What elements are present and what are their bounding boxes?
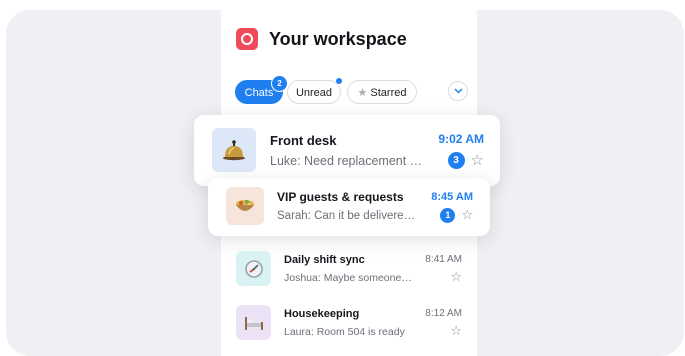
bell-icon <box>212 128 256 172</box>
conversation-preview: Joshua: Maybe someone can cover <box>284 271 412 284</box>
conversation-meta: 9:02 AM 3 ☆ <box>438 132 484 169</box>
filter-unread-chip[interactable]: Unread <box>287 78 342 104</box>
conversation-preview: Luke: Need replacement for room 312 <box>270 153 424 168</box>
unread-count-badge: 1 <box>440 207 456 223</box>
conversation-text: Housekeeping Laura: Room 504 is ready <box>284 308 412 338</box>
conversation-row: Front desk Luke: Need replacement for ro… <box>212 128 424 172</box>
unread-indicator-dot <box>336 78 342 84</box>
chevron-down-icon[interactable] <box>448 81 468 101</box>
conversation-card-vip-guests[interactable]: VIP guests & requests Sarah: Can it be d… <box>208 178 490 236</box>
filter-bar: Chats 2 Unread ★ Starred <box>235 75 470 106</box>
conversation-name: Daily shift sync <box>284 253 365 266</box>
conversation-card-front-desk[interactable]: Front desk Luke: Need replacement for ro… <box>194 115 500 186</box>
conversation-meta: 8:12 AM ☆ <box>425 308 462 339</box>
star-icon[interactable]: ☆ <box>461 207 473 223</box>
filter-starred-label: Starred <box>370 87 407 99</box>
conversation-meta-line: ☆ <box>425 269 462 285</box>
conversation-row-daily-shift[interactable]: Daily shift sync Joshua: Maybe someone c… <box>236 251 464 286</box>
chats-count-badge: 2 <box>271 75 288 92</box>
page-title: Your workspace <box>269 28 407 49</box>
conversation-name: Housekeeping <box>284 307 360 320</box>
bed-icon <box>236 305 271 340</box>
workspace-header: Your workspace <box>236 28 407 50</box>
unread-count-badge: 3 <box>447 151 465 169</box>
star-icon[interactable]: ☆ <box>450 323 462 339</box>
conversation-name: VIP guests & requests <box>277 190 404 204</box>
conversation-row: VIP guests & requests Sarah: Can it be d… <box>226 187 419 225</box>
conversation-preview: Laura: Room 504 is ready <box>284 325 405 338</box>
conversation-time: 8:45 AM <box>431 191 473 203</box>
star-icon[interactable]: ☆ <box>450 269 462 285</box>
conversation-time: 9:02 AM <box>438 132 484 146</box>
filter-chats-chip[interactable]: Chats 2 <box>235 75 288 104</box>
compass-icon <box>236 251 271 286</box>
conversation-text: Front desk Luke: Need replacement for ro… <box>270 133 424 168</box>
conversation-name: Front desk <box>270 132 337 148</box>
filter-unread-label: Unread <box>295 87 333 99</box>
filter-starred-chip[interactable]: ★ Starred <box>347 80 417 104</box>
app-logo-icon <box>236 28 258 50</box>
conversation-row-housekeeping[interactable]: Housekeeping Laura: Room 504 is ready 8:… <box>236 305 464 340</box>
conversation-meta-line: 3 ☆ <box>438 151 484 169</box>
conversation-meta: 8:41 AM ☆ <box>425 254 462 285</box>
conversation-meta-line: ☆ <box>425 323 462 339</box>
filter-chats-label: Chats <box>244 87 274 99</box>
conversation-text: Daily shift sync Joshua: Maybe someone c… <box>284 254 412 284</box>
conversation-time: 8:12 AM <box>425 308 462 319</box>
conversation-text: VIP guests & requests Sarah: Can it be d… <box>277 190 419 222</box>
food-bowl-icon <box>226 187 264 225</box>
conversation-meta-line: 1 ☆ <box>431 207 473 223</box>
star-icon[interactable]: ☆ <box>471 151 484 169</box>
conversation-meta: 8:45 AM 1 ☆ <box>431 191 473 223</box>
conversation-preview: Sarah: Can it be delivered by 7pm? <box>277 210 419 222</box>
star-icon: ★ <box>357 87 368 99</box>
conversation-time: 8:41 AM <box>425 254 462 265</box>
